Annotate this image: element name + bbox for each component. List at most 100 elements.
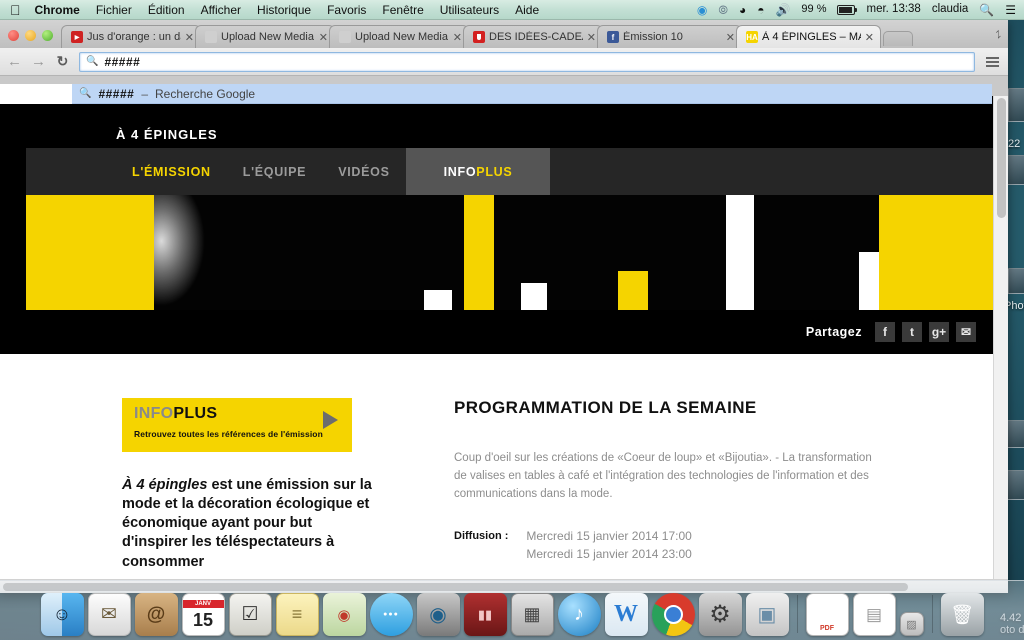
programme-heading: PROGRAMMATION DE LA SEMAINE: [454, 398, 757, 417]
apple-icon[interactable]: : [10, 3, 21, 17]
desktop-thumbnail: [1008, 88, 1024, 122]
googleplus-share-icon[interactable]: g+: [929, 322, 949, 342]
programme-description: Coup d'oeil sur les créations de «Coeur …: [454, 452, 872, 500]
minimize-window-button[interactable]: [25, 30, 36, 41]
search-icon[interactable]: 🔍: [979, 4, 994, 16]
omnibox-suggestion-row[interactable]: 🔍 ##### – Recherche Google: [72, 84, 992, 104]
web-page-content: À 4 ÉPINGLES L'ÉMISSION L'ÉQUIPE VIDÉOS …: [0, 120, 1008, 593]
dock-system-preferences[interactable]: [698, 593, 742, 636]
dock-itunes[interactable]: [557, 593, 601, 636]
battery-percent-label: 99 %: [801, 3, 827, 15]
dock-chrome[interactable]: [651, 593, 695, 636]
new-tab-button[interactable]: [883, 31, 913, 46]
wifi-icon[interactable]: ◓: [757, 4, 764, 16]
close-tab-icon[interactable]: ✕: [453, 31, 462, 44]
user-name-label[interactable]: claudia: [932, 3, 968, 16]
nav-item-lequipe[interactable]: L'ÉQUIPE: [227, 148, 322, 195]
tab-title: Upload New Media ‹ ATE: [221, 31, 315, 43]
menu-item-afficher[interactable]: Afficher: [201, 3, 241, 17]
dropbox-icon[interactable]: ◉: [697, 4, 707, 16]
dock-mail[interactable]: [87, 593, 131, 636]
time-machine-icon[interactable]: ◕: [739, 4, 746, 16]
close-tab-icon[interactable]: ✕: [587, 31, 596, 44]
hero-block-yellow: [26, 195, 154, 310]
hero-banner: [26, 195, 994, 310]
dock-maps[interactable]: [322, 593, 366, 636]
scrollbar-thumb[interactable]: [997, 98, 1006, 218]
dock-reminders[interactable]: [228, 593, 272, 636]
menu-item-historique[interactable]: Historique: [257, 3, 311, 17]
browser-toolbar: ← → ↻ 🔍 #####: [0, 48, 1008, 76]
dock-trash[interactable]: [940, 593, 984, 636]
hero-block-yellow: [464, 195, 494, 310]
close-tab-icon[interactable]: ✕: [185, 31, 194, 44]
dock-photobooth[interactable]: [463, 593, 507, 636]
omnibox-address-bar[interactable]: 🔍 #####: [79, 51, 975, 72]
site-brand-title: À 4 ÉPINGLES: [116, 126, 218, 142]
page-vertical-scrollbar[interactable]: [993, 96, 1008, 593]
play-arrow-icon: [323, 411, 338, 429]
dock-word[interactable]: [604, 593, 648, 636]
menu-item-chrome[interactable]: Chrome: [35, 3, 80, 17]
twitter-share-icon[interactable]: t: [902, 322, 922, 342]
site-navigation: L'ÉMISSION L'ÉQUIPE VIDÉOS INFO PLUS: [26, 148, 994, 195]
dock-notes[interactable]: [275, 593, 319, 636]
dock-facetime[interactable]: [416, 593, 460, 636]
chrome-browser-window: Jus d'orange : un danger ✕ Upload New Me…: [0, 20, 1008, 593]
suggestion-label: Recherche Google: [155, 86, 256, 101]
dock-calculator[interactable]: [510, 593, 554, 636]
nav-item-infoplus[interactable]: INFO PLUS: [405, 148, 551, 195]
volume-icon[interactable]: 🔊: [775, 4, 790, 16]
close-tab-icon[interactable]: ✕: [865, 31, 874, 44]
dock-file-document[interactable]: [852, 593, 896, 636]
email-share-icon[interactable]: ✉: [956, 322, 976, 342]
browser-tab[interactable]: Jus d'orange : un danger ✕: [61, 25, 201, 48]
browser-tab[interactable]: Upload New Media ‹ ATE ✕: [329, 25, 469, 48]
clock-label[interactable]: mer. 13:38: [866, 3, 920, 16]
close-tab-icon[interactable]: ✕: [319, 31, 328, 44]
web-page-viewport: À 4 ÉPINGLES L'ÉMISSION L'ÉQUIPE VIDÉOS …: [0, 96, 1008, 593]
maximize-window-button[interactable]: [42, 30, 53, 41]
menu-item-favoris[interactable]: Favoris: [327, 3, 366, 17]
right-column: PROGRAMMATION DE LA SEMAINE Coup d'oeil …: [426, 398, 982, 572]
dock-iphoto[interactable]: [745, 593, 789, 636]
blank-icon: [339, 31, 351, 43]
facebook-share-icon[interactable]: f: [875, 322, 895, 342]
desktop-thumbnail: [1006, 420, 1024, 448]
browser-tab[interactable]: Upload New Media ‹ ATE ✕: [195, 25, 335, 48]
bluetooth-icon[interactable]: ⦾: [718, 4, 728, 16]
back-arrow-icon[interactable]: ←: [7, 53, 22, 70]
dock-file-image[interactable]: [899, 612, 924, 636]
menu-item-aide[interactable]: Aide: [515, 3, 539, 17]
dock-finder[interactable]: [40, 593, 84, 636]
dock-contacts[interactable]: [134, 593, 178, 636]
show-description: À 4 épingles est une émission sur la mod…: [122, 476, 372, 572]
battery-icon[interactable]: [837, 4, 858, 15]
dock-messages[interactable]: [369, 593, 413, 636]
hamburger-menu-icon[interactable]: [984, 56, 1001, 67]
content-columns: INFOPLUS Retrouvez toutes les références…: [0, 398, 1008, 572]
fullscreen-icon[interactable]: ⥍: [995, 27, 1001, 42]
close-tab-icon[interactable]: ✕: [726, 31, 735, 44]
nav-infoplus-suffix: PLUS: [476, 164, 513, 179]
menu-item-fenetre[interactable]: Fenêtre: [382, 3, 423, 17]
dock-file-pdf[interactable]: [805, 593, 849, 636]
browser-tab[interactable]: f Émission 10 ✕: [597, 25, 742, 48]
forward-arrow-icon[interactable]: →: [31, 53, 46, 70]
tab-title: Upload New Media ‹ ATE: [355, 31, 449, 43]
nav-item-lemission[interactable]: L'ÉMISSION: [116, 148, 227, 195]
notification-center-icon[interactable]: ☰: [1005, 4, 1016, 16]
nav-item-videos[interactable]: VIDÉOS: [322, 148, 405, 195]
close-window-button[interactable]: [8, 30, 19, 41]
diffusion-date: Mercredi 15 janvier 2014 17:00: [526, 529, 692, 544]
hero-block-white: [521, 283, 547, 310]
browser-tab-active[interactable]: HA À 4 ÉPINGLES – MAtv Qu ✕: [736, 25, 881, 48]
browser-tab[interactable]: DES IDÉES-CADEAUX PA ✕: [463, 25, 603, 48]
reload-icon[interactable]: ↻: [55, 53, 70, 70]
dock-calendar[interactable]: JANV 15: [181, 593, 225, 636]
menu-item-edition[interactable]: Édition: [148, 3, 185, 17]
show-description-title: À 4 épingles: [122, 477, 208, 493]
menu-item-utilisateurs[interactable]: Utilisateurs: [440, 3, 499, 17]
menu-item-fichier[interactable]: Fichier: [96, 3, 132, 17]
infoplus-promo-box[interactable]: INFOPLUS Retrouvez toutes les références…: [122, 398, 352, 452]
